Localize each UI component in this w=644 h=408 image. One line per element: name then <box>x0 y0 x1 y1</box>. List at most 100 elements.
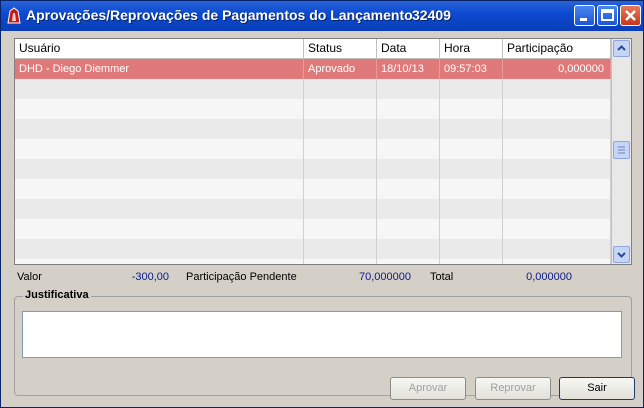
empty-row <box>15 159 611 179</box>
empty-cell <box>440 259 503 264</box>
empty-row <box>15 239 611 259</box>
scroll-thumb[interactable] <box>613 141 630 159</box>
chevron-down-icon <box>617 252 626 258</box>
empty-cell <box>15 259 304 264</box>
app-icon <box>7 7 21 24</box>
empty-cell <box>440 119 503 139</box>
aprovar-button[interactable]: Aprovar <box>390 377 466 400</box>
sair-button[interactable]: Sair <box>559 377 635 400</box>
sair-label: Sair <box>587 382 607 394</box>
empty-cell <box>377 239 440 259</box>
column-header-hora[interactable]: Hora <box>440 39 503 58</box>
maximize-icon <box>601 9 614 21</box>
empty-cell <box>503 179 611 199</box>
table-row[interactable]: DHD - Diego Diemmer Aprovado 18/10/13 09… <box>15 59 611 79</box>
maximize-button[interactable] <box>597 5 618 26</box>
total-value: 0,000000 <box>526 271 572 283</box>
approvals-window: Aprovações/Reprovações de Pagamentos do … <box>0 0 644 408</box>
empty-cell <box>15 139 304 159</box>
cell-participacao: 0,000000 <box>503 59 611 79</box>
empty-cell <box>304 99 377 119</box>
empty-cell <box>304 179 377 199</box>
empty-row <box>15 119 611 139</box>
grip-icon <box>618 146 625 154</box>
justificativa-textarea[interactable] <box>22 311 622 358</box>
cell-usuario: DHD - Diego Diemmer <box>15 59 304 79</box>
column-header-data[interactable]: Data <box>377 39 440 58</box>
column-header-status[interactable]: Status <box>304 39 377 58</box>
empty-cell <box>440 179 503 199</box>
minimize-button[interactable] <box>574 5 595 26</box>
empty-cell <box>503 139 611 159</box>
empty-cell <box>440 99 503 119</box>
empty-cell <box>503 239 611 259</box>
empty-cell <box>15 239 304 259</box>
empty-cell <box>440 239 503 259</box>
empty-cell <box>377 159 440 179</box>
grid-vertical-scrollbar[interactable] <box>611 39 631 264</box>
empty-cell <box>503 119 611 139</box>
empty-row <box>15 99 611 119</box>
justificativa-label: Justificativa <box>23 289 91 301</box>
empty-cell <box>304 239 377 259</box>
empty-cell <box>503 79 611 99</box>
column-header-usuario[interactable]: Usuário <box>15 39 304 58</box>
empty-cell <box>304 79 377 99</box>
empty-cell <box>377 99 440 119</box>
scroll-down-button[interactable] <box>613 246 630 263</box>
empty-cell <box>377 259 440 264</box>
window-title: Aprovações/Reprovações de Pagamentos do … <box>26 7 413 23</box>
empty-row <box>15 79 611 99</box>
empty-cell <box>440 219 503 239</box>
participacao-pendente-label: Participação Pendente <box>186 271 297 283</box>
empty-cell <box>440 199 503 219</box>
close-button[interactable] <box>620 5 641 26</box>
total-label: Total <box>430 271 454 283</box>
empty-cell <box>440 159 503 179</box>
empty-cell <box>304 139 377 159</box>
participacao-pendente-value: 70,000000 <box>359 271 411 283</box>
empty-cell <box>377 119 440 139</box>
client-area: Usuário Status Data Hora Participação DH… <box>4 31 640 405</box>
empty-cell <box>377 219 440 239</box>
scroll-up-button[interactable] <box>613 40 630 57</box>
empty-cell <box>304 119 377 139</box>
empty-cell <box>440 79 503 99</box>
empty-cell <box>304 259 377 264</box>
empty-cell <box>304 219 377 239</box>
cell-status: Aprovado <box>304 59 377 79</box>
minimize-icon <box>580 18 587 21</box>
reprovar-label: Reprovar <box>490 382 536 394</box>
reprovar-button[interactable]: Reprovar <box>475 377 551 400</box>
cell-hora: 09:57:03 <box>440 59 503 79</box>
empty-cell <box>503 99 611 119</box>
empty-cell <box>304 159 377 179</box>
window-number: 32409 <box>412 7 451 23</box>
aprovar-label: Aprovar <box>408 382 448 394</box>
column-header-participacao[interactable]: Participação <box>503 39 611 58</box>
valor-value: -300,00 <box>131 271 169 283</box>
empty-cell <box>503 219 611 239</box>
empty-cell <box>377 79 440 99</box>
title-bar[interactable]: Aprovações/Reprovações de Pagamentos do … <box>1 1 643 31</box>
empty-cell <box>15 199 304 219</box>
empty-cell <box>15 219 304 239</box>
empty-row <box>15 139 611 159</box>
valor-label: Valor <box>17 271 42 283</box>
close-icon <box>625 10 636 21</box>
empty-cell <box>15 119 304 139</box>
empty-row <box>15 199 611 219</box>
empty-cell <box>440 139 503 159</box>
empty-cell <box>15 159 304 179</box>
empty-row <box>15 219 611 239</box>
approvals-grid[interactable]: Usuário Status Data Hora Participação DH… <box>14 38 632 265</box>
empty-cell <box>15 179 304 199</box>
empty-cell <box>304 199 377 219</box>
empty-cell <box>15 79 304 99</box>
cell-data: 18/10/13 <box>377 59 440 79</box>
empty-cell <box>503 259 611 264</box>
empty-cell <box>503 199 611 219</box>
grid-header: Usuário Status Data Hora Participação <box>15 39 611 59</box>
empty-row <box>15 179 611 199</box>
empty-cell <box>503 159 611 179</box>
